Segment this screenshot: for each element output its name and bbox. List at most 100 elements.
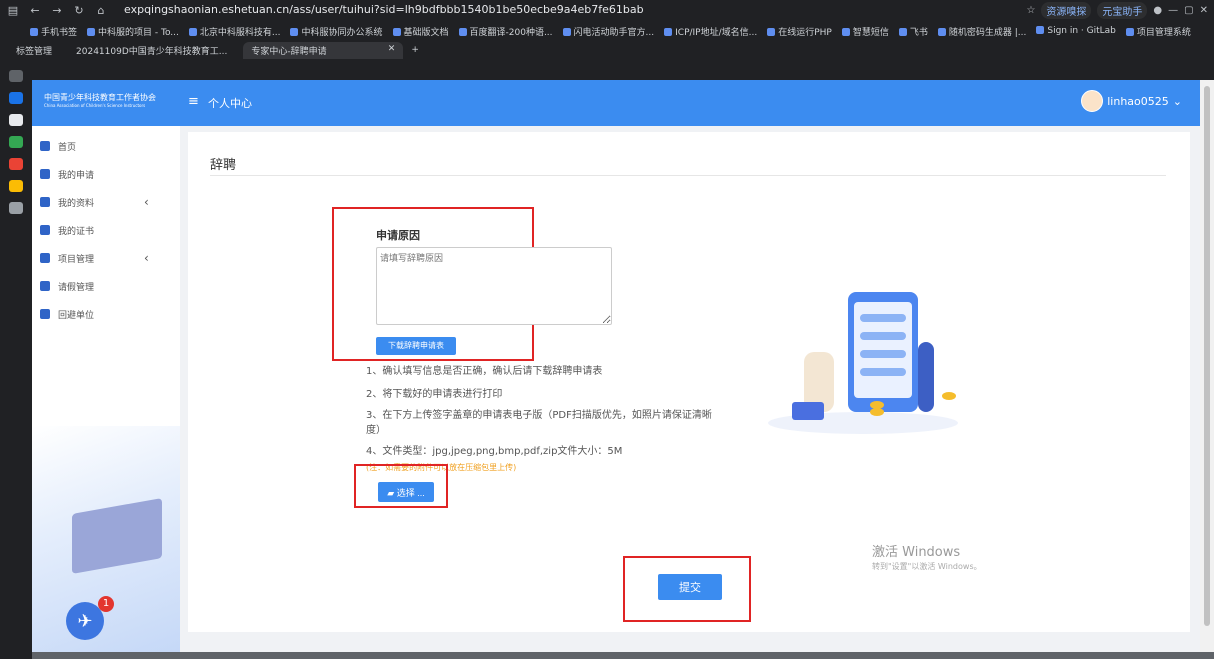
new-tab-icon[interactable]: + — [411, 45, 419, 55]
document-icon — [40, 169, 50, 179]
submit-button[interactable]: 提交 — [658, 574, 722, 600]
forward-icon[interactable]: → — [48, 4, 66, 17]
sidebar-icon[interactable] — [9, 70, 23, 82]
user-menu[interactable]: linhao0525 ⌄ — [1081, 90, 1182, 112]
sidebar-nav: 首页 我的申请 我的资料 ‹ 我的证书 项目管理 ‹ 请假管理 回避单位 ✈ 1 — [32, 126, 180, 652]
maximize-icon[interactable]: ▢ — [1184, 5, 1193, 16]
tab-manager[interactable]: 标签管理 — [8, 42, 60, 59]
sidebar-item-home[interactable]: 首页 — [32, 132, 180, 160]
resource-chip[interactable]: 资源嗅探 — [1041, 2, 1092, 19]
sidebar-item-project-management[interactable]: 项目管理 ‹ — [32, 244, 180, 272]
sidebar-item-leave-management[interactable]: 请假管理 — [32, 272, 180, 300]
box-illustration — [792, 402, 824, 420]
bookmark-item[interactable]: 随机密码生成器 |... — [938, 25, 1026, 38]
back-icon[interactable]: ← — [26, 4, 44, 17]
extension-icon[interactable]: ● — [1153, 5, 1162, 16]
screen-bar — [860, 314, 906, 322]
sidebar-item-label: 回避单位 — [58, 310, 95, 321]
bookmark-item[interactable]: ICP/IP地址/域名信... — [664, 25, 757, 38]
divider — [210, 175, 1166, 176]
coin-icon — [942, 392, 956, 400]
browser-actions: ☆ 资源嗅探 元宝助手 ● — ▢ ✕ — [1026, 2, 1208, 19]
sidebar-icon[interactable] — [9, 202, 23, 214]
address-bar-row: ▤ ← → ↻ ⌂ expqingshaonian.eshetuan.cn/as… — [0, 0, 1214, 20]
home-icon — [40, 141, 50, 151]
page-title: 辞聘 — [210, 158, 237, 173]
bookmark-item[interactable]: 北京中科服科技有... — [189, 25, 281, 38]
sidebar-icon[interactable] — [9, 158, 23, 170]
sidebar-item-my-certificates[interactable]: 我的证书 — [32, 216, 180, 244]
reason-input[interactable] — [376, 247, 612, 325]
bookmark-item[interactable]: 在线运行PHP — [767, 25, 832, 38]
bookmark-item[interactable]: 中科服的项目 - To... — [87, 25, 179, 38]
bookmark-item[interactable]: 手机书签 — [30, 25, 77, 38]
header-personal-center[interactable]: 个人中心 — [208, 95, 252, 111]
bookmark-item[interactable]: 项目管理系统 — [1126, 25, 1191, 38]
minimize-icon[interactable]: — — [1168, 5, 1178, 16]
sidebar-icon[interactable] — [9, 136, 23, 148]
windows-watermark: 激活 Windows 转到"设置"以激活 Windows。 — [872, 546, 982, 574]
tab-current[interactable]: 专家中心-辞聘申请 ✕ — [243, 41, 404, 59]
choose-file-button[interactable]: ▰ 选择 ... — [378, 482, 434, 502]
sidebar-item-label: 我的资料 — [58, 198, 95, 209]
bottom-bar — [32, 652, 1214, 659]
browser-chrome: ▤ ← → ↻ ⌂ expqingshaonian.eshetuan.cn/as… — [0, 0, 1214, 40]
star-icon[interactable]: ☆ — [1026, 5, 1035, 16]
sidebar-toggle-icon[interactable]: ▤ — [4, 4, 22, 17]
sidebar-item-my-profile[interactable]: 我的资料 ‹ — [32, 188, 180, 216]
home-icon[interactable]: ⌂ — [92, 4, 110, 17]
org-name-en: China Association of Children's Science … — [44, 103, 146, 109]
watermark-title: 激活 Windows — [872, 545, 961, 560]
sidebar-item-avoid-units[interactable]: 回避单位 — [32, 300, 180, 328]
tab-current-title: 专家中心-辞聘申请 — [251, 46, 327, 57]
avatar — [1081, 90, 1104, 112]
coin-icon — [870, 408, 884, 416]
download-form-button[interactable]: 下载辞聘申请表 — [376, 337, 456, 355]
scrollbar[interactable] — [1200, 80, 1214, 652]
bookmark-item[interactable]: 基础版文档 — [393, 25, 449, 38]
phone-illustration — [848, 292, 918, 412]
phone-screen — [854, 302, 912, 398]
bookmark-item[interactable]: Sign in · GitLab — [1036, 26, 1116, 36]
sidebar-item-label: 项目管理 — [58, 254, 95, 265]
close-icon[interactable]: ✕ — [1200, 5, 1208, 16]
choose-file-label: 选择 ... — [396, 487, 425, 498]
screen-bar — [860, 350, 906, 358]
bookmarks-bar: 手机书签 中科服的项目 - To... 北京中科服科技有... 中科服协同办公系统 基础… — [0, 22, 1214, 40]
reload-icon[interactable]: ↻ — [70, 4, 88, 17]
chevron-down-icon: ⌄ — [1172, 94, 1182, 108]
instructions: 1、确认填写信息是否正确，确认后请下载辞聘申请表 2、将下载好的申请表进行打印 … — [366, 362, 716, 461]
bookmark-item[interactable]: 百度翻译-200种语... — [459, 25, 553, 38]
sidebar-item-my-applications[interactable]: 我的申请 — [32, 160, 180, 188]
bookmark-item[interactable]: 中科服协同办公系统 — [290, 25, 382, 38]
coin-icon — [870, 401, 884, 409]
folder-icon: ▰ — [387, 487, 397, 498]
instruction-step: 1、确认填写信息是否正确，确认后请下载辞聘申请表 — [366, 366, 603, 377]
project-icon — [40, 253, 50, 263]
hamburger-icon[interactable]: ≡ — [188, 94, 199, 109]
sidebar-icon[interactable] — [9, 180, 23, 192]
instruction-step: 3、在下方上传签字盖章的申请表电子版（PDF扫描版优先，如照片请保证清晰度） — [366, 410, 712, 436]
sidebar-icon[interactable] — [9, 114, 23, 126]
instruction-step: 4、文件类型：jpg,jpeg,png,bmp,pdf,zip文件大小：5M — [366, 446, 623, 457]
tab-close-icon[interactable]: ✕ — [388, 44, 396, 57]
reason-label: 申请原因 — [376, 229, 420, 242]
bookmark-item[interactable]: 闪电活动助手官方... — [563, 25, 655, 38]
instruction-step: 2、将下载好的申请表进行打印 — [366, 389, 503, 400]
sidebar-item-label: 我的申请 — [58, 170, 95, 181]
sidebar-icon[interactable] — [9, 92, 23, 104]
scrollbar-thumb[interactable] — [1204, 86, 1210, 626]
notification-badge: 1 — [98, 596, 114, 612]
org-logo[interactable]: 中国青少年科技教育工作者协会 China Association of Child… — [40, 89, 170, 115]
username: linhao0525 — [1107, 94, 1169, 108]
url-field[interactable]: expqingshaonian.eshetuan.cn/ass/user/tui… — [124, 3, 644, 16]
screen-bar — [860, 368, 906, 376]
sidebar-item-label: 首页 — [58, 142, 77, 153]
laptop-illustration — [72, 498, 162, 574]
sidebar-item-label: 请假管理 — [58, 282, 95, 293]
assistant-chip[interactable]: 元宝助手 — [1097, 2, 1148, 19]
chevron-left-icon: ‹ — [144, 251, 149, 265]
bookmark-item[interactable]: 智慧短信 — [842, 25, 889, 38]
tab-project[interactable]: 20241109D中国青少年科技教育工... — [68, 42, 235, 59]
bookmark-item[interactable]: 飞书 — [899, 25, 928, 38]
